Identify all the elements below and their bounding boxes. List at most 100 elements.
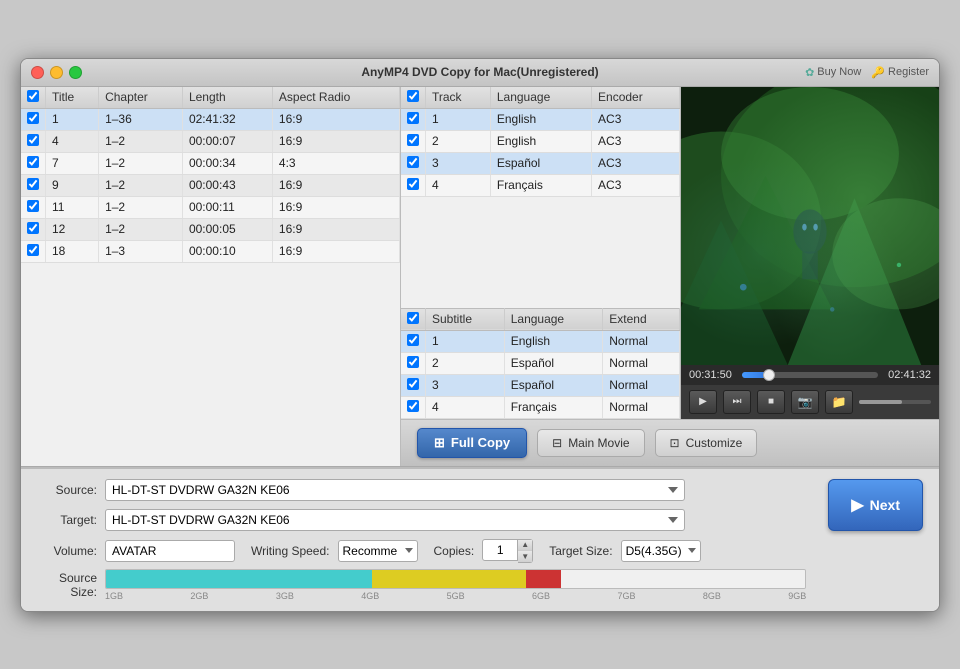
row-checkbox[interactable] bbox=[27, 134, 39, 146]
bottom-row3: Volume: Writing Speed: Recomme Copies: ▲… bbox=[37, 539, 806, 563]
register-button[interactable]: 🔑 Register bbox=[871, 66, 929, 79]
track-num-cell: 3 bbox=[426, 152, 491, 174]
bottom-fields-next: Source: HL-DT-ST DVDRW GA32N KE06 Target… bbox=[37, 479, 923, 601]
select-all-subtitles[interactable] bbox=[407, 312, 419, 324]
table-row[interactable]: 1 English AC3 bbox=[401, 108, 680, 130]
sub-extend-cell: Normal bbox=[603, 330, 680, 352]
row-checkbox[interactable] bbox=[27, 244, 39, 256]
next-button[interactable]: ▶ Next bbox=[828, 479, 923, 531]
track-subtitle-panel: Track Language Encoder 1 English AC3 2 E… bbox=[401, 87, 681, 419]
copies-input[interactable] bbox=[482, 539, 518, 561]
full-copy-button[interactable]: ⊞ Full Copy bbox=[417, 428, 527, 458]
size-tick: 3GB bbox=[276, 591, 294, 601]
sub-checkbox[interactable] bbox=[407, 334, 419, 346]
close-button[interactable] bbox=[31, 66, 44, 79]
track-checkbox[interactable] bbox=[407, 112, 419, 124]
customize-button[interactable]: ⊡ Customize bbox=[655, 429, 758, 457]
length-cell: 00:00:05 bbox=[182, 218, 272, 240]
table-row[interactable]: 4 Français AC3 bbox=[401, 174, 680, 196]
folder-button[interactable]: 📁 bbox=[825, 390, 853, 414]
track-lang-cell: Español bbox=[490, 152, 591, 174]
copies-down-button[interactable]: ▼ bbox=[518, 551, 532, 562]
table-row[interactable]: 1 1–36 02:41:32 16:9 bbox=[21, 108, 400, 130]
select-all-titles[interactable] bbox=[27, 90, 39, 102]
track-checkbox[interactable] bbox=[407, 178, 419, 190]
sub-extend-cell: Normal bbox=[603, 374, 680, 396]
writing-speed-label: Writing Speed: bbox=[251, 544, 330, 558]
table-row[interactable]: 3 Español AC3 bbox=[401, 152, 680, 174]
aspect-cell: 16:9 bbox=[272, 108, 399, 130]
table-row[interactable]: 2 English AC3 bbox=[401, 130, 680, 152]
skip-forward-button[interactable]: ⏭ bbox=[723, 390, 751, 414]
track-encoder-cell: AC3 bbox=[592, 130, 680, 152]
target-select[interactable]: HL-DT-ST DVDRW GA32N KE06 bbox=[105, 509, 685, 531]
leaf-icon: ✿ bbox=[805, 66, 814, 79]
volume-fill bbox=[859, 400, 902, 404]
table-row[interactable]: 11 1–2 00:00:11 16:9 bbox=[21, 196, 400, 218]
chapter-cell: 1–2 bbox=[99, 130, 183, 152]
bar-cyan bbox=[106, 570, 372, 588]
track-num-cell: 4 bbox=[426, 174, 491, 196]
track-encoder-cell: AC3 bbox=[592, 152, 680, 174]
writing-speed-select[interactable]: Recomme bbox=[338, 540, 418, 562]
table-row[interactable]: 2 Español Normal bbox=[401, 352, 680, 374]
row-checkbox[interactable] bbox=[27, 200, 39, 212]
sub-extend-cell: Normal bbox=[603, 352, 680, 374]
next-icon: ▶ bbox=[851, 495, 863, 515]
target-label: Target: bbox=[37, 513, 97, 527]
table-row[interactable]: 18 1–3 00:00:10 16:9 bbox=[21, 240, 400, 262]
row-checkbox[interactable] bbox=[27, 112, 39, 124]
table-row[interactable]: 1 English Normal bbox=[401, 330, 680, 352]
sub-num-cell: 2 bbox=[426, 352, 505, 374]
aspect-cell: 16:9 bbox=[272, 196, 399, 218]
current-time: 00:31:50 bbox=[689, 369, 734, 381]
row-checkbox[interactable] bbox=[27, 156, 39, 168]
sub-checkbox[interactable] bbox=[407, 378, 419, 390]
minimize-button[interactable] bbox=[50, 66, 63, 79]
table-row[interactable]: 7 1–2 00:00:34 4:3 bbox=[21, 152, 400, 174]
chapter-col-header: Chapter bbox=[99, 87, 183, 109]
maximize-button[interactable] bbox=[69, 66, 82, 79]
title-cell: 1 bbox=[46, 108, 99, 130]
volume-slider[interactable] bbox=[859, 400, 931, 404]
title-cell: 12 bbox=[46, 218, 99, 240]
target-size-select[interactable]: D5(4.35G) bbox=[621, 540, 701, 562]
main-movie-button[interactable]: ⊟ Main Movie bbox=[537, 429, 644, 457]
title-cell: 4 bbox=[46, 130, 99, 152]
title-cell: 9 bbox=[46, 174, 99, 196]
traffic-lights bbox=[31, 66, 82, 79]
table-row[interactable]: 9 1–2 00:00:43 16:9 bbox=[21, 174, 400, 196]
buy-now-button[interactable]: ✿ Buy Now bbox=[805, 66, 861, 79]
size-tick: 1GB bbox=[105, 591, 123, 601]
bar-red bbox=[526, 570, 561, 588]
row-checkbox[interactable] bbox=[27, 178, 39, 190]
titlebar: AnyMP4 DVD Copy for Mac(Unregistered) ✿ … bbox=[21, 59, 939, 87]
sub-checkbox[interactable] bbox=[407, 356, 419, 368]
select-all-tracks[interactable] bbox=[407, 90, 419, 102]
track-checkbox[interactable] bbox=[407, 156, 419, 168]
stop-button[interactable]: ■ bbox=[757, 390, 785, 414]
sub-lang-cell: Español bbox=[504, 374, 603, 396]
screenshot-button[interactable]: 📷 bbox=[791, 390, 819, 414]
row-checkbox[interactable] bbox=[27, 222, 39, 234]
size-tick: 8GB bbox=[703, 591, 721, 601]
table-row[interactable]: 12 1–2 00:00:05 16:9 bbox=[21, 218, 400, 240]
timeline-track[interactable] bbox=[742, 372, 878, 378]
tracks-section: Track Language Encoder 1 English AC3 2 E… bbox=[401, 87, 680, 308]
table-row[interactable]: 4 Français Normal bbox=[401, 396, 680, 418]
copies-up-button[interactable]: ▲ bbox=[518, 540, 532, 551]
encoder-col-header: Encoder bbox=[592, 87, 680, 109]
source-label: Source: bbox=[37, 483, 97, 497]
play-button[interactable]: ▶ bbox=[689, 390, 717, 414]
volume-input[interactable] bbox=[105, 540, 235, 562]
mainmovie-icon: ⊟ bbox=[552, 436, 562, 450]
tracks-table: Track Language Encoder 1 English AC3 2 E… bbox=[401, 87, 680, 197]
sub-checkbox[interactable] bbox=[407, 400, 419, 412]
extend-col-header: Extend bbox=[603, 308, 680, 330]
aspect-cell: 16:9 bbox=[272, 174, 399, 196]
table-row[interactable]: 3 Español Normal bbox=[401, 374, 680, 396]
track-checkbox[interactable] bbox=[407, 134, 419, 146]
button-bar: ⊞ Full Copy ⊟ Main Movie ⊡ Customize bbox=[401, 419, 939, 466]
table-row[interactable]: 4 1–2 00:00:07 16:9 bbox=[21, 130, 400, 152]
source-select[interactable]: HL-DT-ST DVDRW GA32N KE06 bbox=[105, 479, 685, 501]
